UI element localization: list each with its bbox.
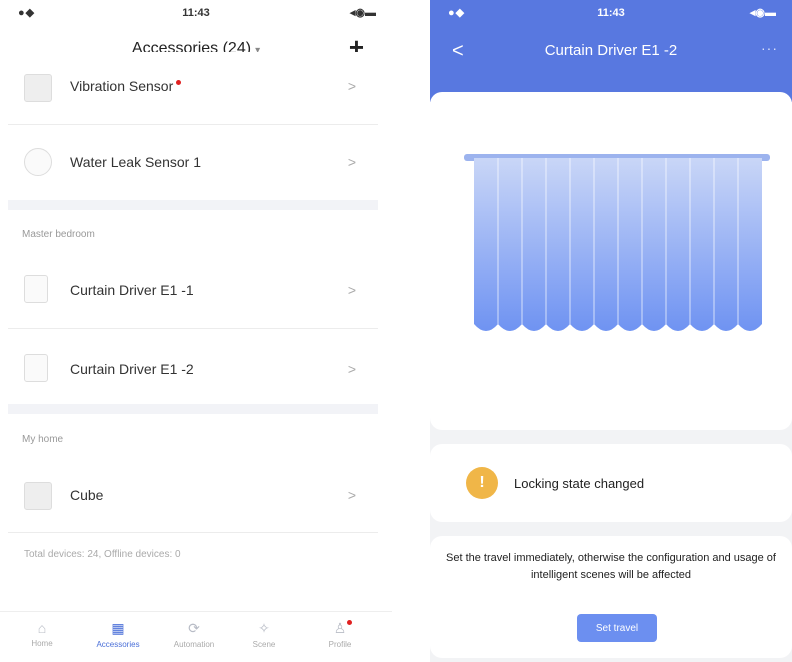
tab-automation[interactable]: ⟳ Automation: [164, 620, 224, 649]
status-time: 11:43: [597, 7, 625, 19]
curtain-driver-icon: [24, 275, 48, 303]
curtain-visual-card: [430, 92, 792, 430]
tab-scene[interactable]: ✧ Scene: [234, 620, 294, 649]
water-leak-sensor-icon: [24, 148, 52, 176]
tab-home[interactable]: ⌂ Home: [12, 620, 72, 648]
device-row-cube[interactable]: Cube >: [8, 458, 378, 528]
device-list: Vibration Sensor > Water Leak Sensor 1 >…: [8, 0, 378, 662]
home-icon: ⌂: [37, 620, 47, 636]
travel-instructions: Set the travel immediately, otherwise th…: [446, 552, 776, 581]
set-travel-button[interactable]: Set travel: [577, 614, 657, 642]
page-title: Curtain Driver E1 -2: [544, 42, 678, 59]
unread-badge: [176, 80, 182, 85]
device-name: Cube: [70, 487, 104, 503]
chevron-right-icon: >: [347, 78, 356, 94]
divider: [8, 124, 378, 125]
tab-profile[interactable]: ♙ Profile: [310, 620, 370, 649]
divider: [8, 328, 378, 329]
tab-accessories[interactable]: ▦ Accessories: [88, 620, 148, 649]
chevron-right-icon: >: [347, 154, 356, 170]
device-name: Vibration Sensor: [70, 78, 174, 94]
automation-icon: ⟳: [188, 620, 200, 636]
device-name: Curtain Driver E1 -2: [70, 361, 194, 377]
section-gap: [8, 200, 378, 210]
tab-label: Accessories: [96, 640, 140, 649]
scene-icon: ✧: [258, 620, 270, 636]
more-options-button[interactable]: ···: [761, 40, 778, 56]
chevron-right-icon: >: [347, 282, 356, 298]
device-count-summary: Total devices: 24, Offline devices: 0: [24, 549, 181, 560]
tab-label: Profile: [328, 640, 352, 649]
tab-label: Home: [31, 639, 53, 648]
status-bar: ●◆ 11:43 ◂◉▬: [430, 0, 792, 26]
cube-icon: [24, 482, 52, 510]
vibration-sensor-icon: [24, 74, 52, 102]
section-label-my-home: My home: [22, 434, 64, 445]
warning-icon: !: [466, 467, 498, 499]
curtain-driver-icon: [24, 354, 48, 382]
accessories-icon: ▦: [111, 620, 125, 636]
accessories-screen: ●◆ 11:43 ◂◉▬ Accessories (24) ▾ + Vibrati…: [0, 0, 392, 662]
notification-badge: [347, 620, 352, 625]
tab-label: Scene: [252, 640, 276, 649]
device-row-curtain-driver-2[interactable]: Curtain Driver E1 -2 >: [8, 332, 378, 402]
detail-header: ●◆ 11:43 ◂◉▬ < Curtain Driver E1 -2 ···: [430, 0, 792, 102]
section-label-master-bedroom: Master bedroom: [22, 229, 95, 240]
device-row-curtain-driver-1[interactable]: Curtain Driver E1 -1 >: [8, 255, 378, 325]
section-gap: [8, 404, 378, 414]
profile-icon: ♙: [333, 620, 347, 636]
device-name: Curtain Driver E1 -1: [70, 282, 194, 298]
curtain-illustration: [474, 158, 762, 331]
device-name: Water Leak Sensor 1: [70, 154, 201, 170]
chevron-right-icon: >: [347, 361, 356, 377]
alert-card: ! Locking state changed: [430, 444, 792, 522]
bottom-tab-bar: ⌂ Home ▦ Accessories ⟳ Automation ✧ Scen…: [0, 611, 392, 662]
tab-label: Automation: [173, 640, 215, 649]
battery-icon: ◂◉▬: [749, 7, 776, 19]
divider: [8, 532, 378, 533]
device-row-water-leak-sensor[interactable]: Water Leak Sensor 1 >: [8, 126, 378, 196]
device-row-vibration-sensor[interactable]: Vibration Sensor >: [8, 52, 378, 122]
chevron-right-icon: >: [347, 487, 356, 503]
alert-message: Locking state changed: [514, 476, 645, 491]
curtain-detail-screen: ●◆ 11:43 ◂◉▬ < Curtain Driver E1 -2 ··· …: [430, 0, 792, 662]
travel-setup-card: Set the travel immediately, otherwise th…: [430, 536, 792, 658]
